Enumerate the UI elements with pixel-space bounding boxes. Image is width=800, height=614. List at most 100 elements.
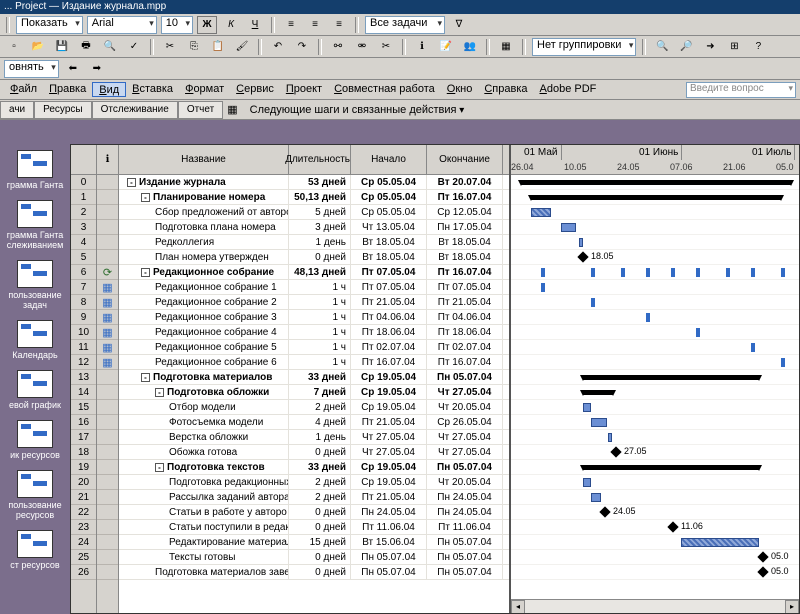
- outline-toggle[interactable]: -: [155, 388, 164, 397]
- outline-toggle[interactable]: -: [141, 193, 150, 202]
- task-row[interactable]: Редактирование материал15 днейВт 15.06.0…: [119, 535, 509, 550]
- zoom-out-button[interactable]: 🔎: [676, 38, 696, 56]
- task-row[interactable]: -Планирование номера50,13 днейСр 05.05.0…: [119, 190, 509, 205]
- menu-Правка[interactable]: Правка: [43, 82, 92, 97]
- split-button[interactable]: ✂: [376, 38, 396, 56]
- save-button[interactable]: 💾: [52, 38, 72, 56]
- col-name[interactable]: Название: [119, 145, 289, 174]
- filter-dropdown[interactable]: Все задачи: [365, 16, 445, 34]
- wizard-button[interactable]: ⊞: [724, 38, 744, 56]
- task-row[interactable]: Тексты готовы0 днейПн 05.07.04Пн 05.07.0…: [119, 550, 509, 565]
- print-button[interactable]: 🖶: [76, 38, 96, 56]
- unlink-button[interactable]: ⚮: [352, 38, 372, 56]
- bold-button[interactable]: Ж: [197, 16, 217, 34]
- cut-button[interactable]: ✂: [160, 38, 180, 56]
- task-row[interactable]: Редакционное собрание 41 чПт 18.06.04Пт …: [119, 325, 509, 340]
- view-грамма Ганта слеживанием[interactable]: грамма Ганта слеживанием: [2, 198, 68, 252]
- note-button[interactable]: 📝: [436, 38, 456, 56]
- menu-Вид[interactable]: Вид: [92, 82, 126, 97]
- task-row[interactable]: -Редакционное собрание48,13 днейПт 07.05…: [119, 265, 509, 280]
- align-right-button[interactable]: ≡: [329, 16, 349, 34]
- view-пользование ресурсов[interactable]: пользование ресурсов: [2, 468, 68, 522]
- level-dropdown[interactable]: овнять: [4, 60, 59, 78]
- tab-Ресурсы[interactable]: Ресурсы: [34, 101, 91, 119]
- scroll-right-button[interactable]: ▸: [785, 600, 799, 613]
- menu-Файл[interactable]: Файл: [4, 82, 43, 97]
- view-евой график[interactable]: евой график: [2, 368, 68, 412]
- group-dropdown[interactable]: Нет группировки: [532, 38, 636, 56]
- show-dropdown[interactable]: Показать: [16, 16, 83, 34]
- redo-button[interactable]: ↷: [292, 38, 312, 56]
- tab-Отчет[interactable]: Отчет: [178, 101, 223, 119]
- view-ст ресурсов[interactable]: ст ресурсов: [2, 528, 68, 572]
- align-center-button[interactable]: ≡: [305, 16, 325, 34]
- publish-button[interactable]: ▦: [496, 38, 516, 56]
- view-ик ресурсов[interactable]: ик ресурсов: [2, 418, 68, 462]
- task-row[interactable]: Верстка обложки1 деньЧт 27.05.04Чт 27.05…: [119, 430, 509, 445]
- indent-button[interactable]: ➡: [87, 60, 107, 78]
- task-row[interactable]: Рассылка заданий авторам2 днейПт 21.05.0…: [119, 490, 509, 505]
- scroll-left-button[interactable]: ◂: [511, 600, 525, 613]
- fontsize-dropdown[interactable]: 10: [161, 16, 193, 34]
- task-row[interactable]: Редакционное собрание 51 чПт 02.07.04Пт …: [119, 340, 509, 355]
- task-row[interactable]: Сбор предложений от авторов5 днейСр 05.0…: [119, 205, 509, 220]
- col-start[interactable]: Начало: [351, 145, 427, 174]
- font-dropdown[interactable]: Arial: [87, 16, 157, 34]
- task-row[interactable]: Редакционное собрание 61 чПт 16.07.04Пт …: [119, 355, 509, 370]
- task-row[interactable]: -Подготовка обложки7 днейСр 19.05.04Чт 2…: [119, 385, 509, 400]
- task-row[interactable]: Обожка готова0 днейЧт 27.05.04Чт 27.05.0…: [119, 445, 509, 460]
- new-button[interactable]: ▫: [4, 38, 24, 56]
- task-row[interactable]: -Издание журнала53 днейСр 05.05.04Вт 20.…: [119, 175, 509, 190]
- task-row[interactable]: Статьи поступили в редак0 днейПт 11.06.0…: [119, 520, 509, 535]
- view-Календарь[interactable]: Календарь: [2, 318, 68, 362]
- task-row[interactable]: Редакционное собрание 21 чПт 21.05.04Пт …: [119, 295, 509, 310]
- align-left-button[interactable]: ≡: [281, 16, 301, 34]
- tab-ачи[interactable]: ачи: [0, 101, 34, 119]
- help-button[interactable]: ?: [748, 38, 768, 56]
- col-duration[interactable]: Длительность: [289, 145, 351, 174]
- task-row[interactable]: Фотосъемка модели4 днейПт 21.05.04Ср 26.…: [119, 415, 509, 430]
- task-row[interactable]: Подготовка материалов завек0 днейПн 05.0…: [119, 565, 509, 580]
- paste-button[interactable]: 📋: [208, 38, 228, 56]
- preview-button[interactable]: 🔍: [100, 38, 120, 56]
- menu-Окно[interactable]: Окно: [441, 82, 479, 97]
- menu-Формат[interactable]: Формат: [179, 82, 230, 97]
- menu-Сервис[interactable]: Сервис: [230, 82, 280, 97]
- undo-button[interactable]: ↶: [268, 38, 288, 56]
- zoom-in-button[interactable]: 🔍: [652, 38, 672, 56]
- outline-toggle[interactable]: -: [155, 463, 164, 472]
- task-row[interactable]: Редакционное собрание 11 чПт 07.05.04Пт …: [119, 280, 509, 295]
- task-row[interactable]: Отбор модели2 днейСр 19.05.04Чт 20.05.04: [119, 400, 509, 415]
- assign-button[interactable]: 👥: [460, 38, 480, 56]
- spelling-button[interactable]: ✓: [124, 38, 144, 56]
- copy-button[interactable]: ⎘: [184, 38, 204, 56]
- italic-button[interactable]: К: [221, 16, 241, 34]
- outline-toggle[interactable]: -: [141, 268, 150, 277]
- menu-Проект[interactable]: Проект: [280, 82, 328, 97]
- format-painter-button[interactable]: 🖌: [232, 38, 252, 56]
- gantt-scrollbar[interactable]: ◂ ▸: [511, 599, 799, 613]
- view-пользование задач[interactable]: пользование задач: [2, 258, 68, 312]
- task-row[interactable]: Подготовка редакционных2 днейСр 19.05.04…: [119, 475, 509, 490]
- menu-Совместная работа[interactable]: Совместная работа: [328, 82, 441, 97]
- outdent-button[interactable]: ⬅: [63, 60, 83, 78]
- next-steps-dropdown[interactable]: Следующие шаги и связанные действия ▾: [246, 103, 469, 117]
- menu-Справка[interactable]: Справка: [478, 82, 533, 97]
- col-end[interactable]: Окончание: [427, 145, 503, 174]
- info-button[interactable]: ℹ: [412, 38, 432, 56]
- task-row[interactable]: Статьи в работе у авторо0 днейПн 24.05.0…: [119, 505, 509, 520]
- task-row[interactable]: -Подготовка материалов33 днейСр 19.05.04…: [119, 370, 509, 385]
- task-row[interactable]: Редколлегия1 деньВт 18.05.04Вт 18.05.04: [119, 235, 509, 250]
- goto-button[interactable]: ➜: [700, 38, 720, 56]
- gantt-chart[interactable]: 01 Май01 Июнь01 Июль26.0410.0524.0507.06…: [509, 145, 799, 613]
- outline-toggle[interactable]: -: [127, 178, 136, 187]
- autofilter-button[interactable]: ∇: [449, 16, 469, 34]
- underline-button[interactable]: Ч: [245, 16, 265, 34]
- task-row[interactable]: Подготовка плана номера3 днейЧт 13.05.04…: [119, 220, 509, 235]
- open-button[interactable]: 📂: [28, 38, 48, 56]
- link-button[interactable]: ⚯: [328, 38, 348, 56]
- task-row[interactable]: Редакционное собрание 31 чПт 04.06.04Пт …: [119, 310, 509, 325]
- menu-Вставка[interactable]: Вставка: [126, 82, 179, 97]
- menu-Adobe PDF[interactable]: Adobe PDF: [534, 82, 603, 97]
- outline-toggle[interactable]: -: [141, 373, 150, 382]
